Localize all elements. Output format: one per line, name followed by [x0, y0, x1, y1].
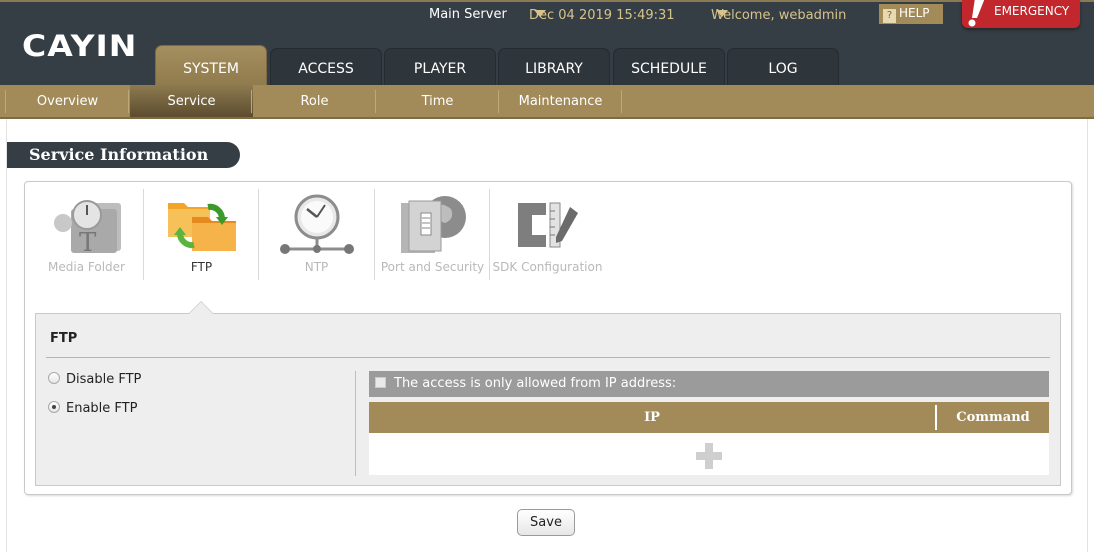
service-ntp[interactable]: NTP — [259, 189, 374, 289]
selected-pointer — [188, 301, 214, 314]
service-port-security[interactable]: Port and Security — [375, 189, 490, 289]
sub-nav: Overview Service Role Time Maintenance — [0, 85, 1094, 119]
subtab-overview[interactable]: Overview — [6, 85, 129, 117]
subtab-time[interactable]: Time — [376, 85, 499, 117]
divider — [355, 371, 356, 476]
help-label: HELP — [899, 6, 930, 20]
tab-system[interactable]: SYSTEM — [155, 45, 267, 87]
welcome-text: Welcome, webadmin — [711, 8, 847, 23]
service-label: FTP — [190, 260, 213, 274]
divider — [46, 357, 1050, 358]
service-sdk-configuration[interactable]: SDK Configuration — [490, 189, 605, 289]
divider — [128, 90, 129, 113]
radio-button[interactable] — [48, 401, 60, 413]
disable-ftp-radio[interactable]: Disable FTP — [48, 372, 141, 387]
ip-restriction-checkbox[interactable] — [375, 377, 386, 388]
content-border-left — [6, 119, 7, 552]
tab-access[interactable]: ACCESS — [270, 48, 382, 87]
radio-label: Enable FTP — [66, 401, 138, 416]
tab-player[interactable]: PLAYER — [384, 48, 496, 87]
radio-label: Disable FTP — [66, 372, 142, 387]
service-label: Port and Security — [380, 260, 485, 274]
ftp-sync-folders-icon — [168, 203, 236, 251]
media-folder-icon: T — [54, 200, 121, 257]
content-border-right — [1087, 119, 1088, 552]
service-ftp[interactable]: FTP — [144, 189, 259, 289]
divider — [251, 90, 252, 113]
service-panel: T Media Folder FTP NTP Port and Security… — [24, 181, 1072, 495]
section-title: Service Information — [7, 142, 240, 168]
subtab-maintenance[interactable]: Maintenance — [499, 85, 622, 117]
service-label: Media Folder — [48, 260, 125, 274]
cayin-logo[interactable]: CAYIN — [22, 31, 137, 61]
tab-library[interactable]: LIBRARY — [498, 48, 610, 87]
svg-text:T: T — [79, 228, 97, 257]
ftp-heading: FTP — [50, 331, 78, 346]
question-mark-icon: ? — [883, 9, 896, 23]
service-label: SDK Configuration — [492, 260, 603, 274]
emergency-label: EMERGENCY — [994, 4, 1070, 18]
ftp-settings-box: FTP Disable FTP Enable FTP The access is… — [35, 301, 1061, 486]
column-command: Command — [956, 410, 1030, 425]
exclamation-icon — [968, 0, 985, 27]
ntp-clock-icon — [280, 194, 354, 254]
subtab-service[interactable]: Service — [130, 85, 253, 117]
subtab-role[interactable]: Role — [253, 85, 376, 117]
datetime-text: Dec 04 2019 15:49:31 — [529, 8, 675, 23]
divider — [621, 90, 622, 113]
service-label: NTP — [304, 260, 329, 274]
tab-log[interactable]: LOG — [727, 48, 839, 87]
ip-table-body — [369, 433, 1049, 475]
radio-button[interactable] — [48, 372, 60, 384]
emergency-button[interactable]: EMERGENCY — [962, 0, 1080, 28]
ip-restriction-label: The access is only allowed from IP addre… — [394, 376, 677, 391]
add-ip-plus-icon[interactable] — [696, 443, 722, 469]
column-ip: IP — [644, 410, 660, 425]
server-globe-icon — [401, 196, 466, 253]
ip-restriction-bar: The access is only allowed from IP addre… — [369, 371, 1049, 397]
save-button[interactable]: Save — [517, 509, 575, 536]
top-header: CAYIN Main Server Dec 04 2019 15:49:31 W… — [0, 0, 1094, 87]
help-button[interactable]: ? HELP — [879, 4, 943, 24]
sdk-tools-icon — [518, 202, 578, 248]
ip-table-header: IP Command — [369, 402, 1049, 433]
datetime-dropdown[interactable]: Dec 04 2019 15:49:31 — [529, 7, 675, 23]
server-name: Main Server — [429, 7, 507, 22]
user-menu-dropdown[interactable]: Welcome, webadmin — [711, 7, 846, 23]
service-media-folder[interactable]: T Media Folder — [29, 189, 144, 289]
tab-schedule[interactable]: SCHEDULE — [613, 48, 725, 87]
enable-ftp-radio[interactable]: Enable FTP — [48, 401, 137, 416]
